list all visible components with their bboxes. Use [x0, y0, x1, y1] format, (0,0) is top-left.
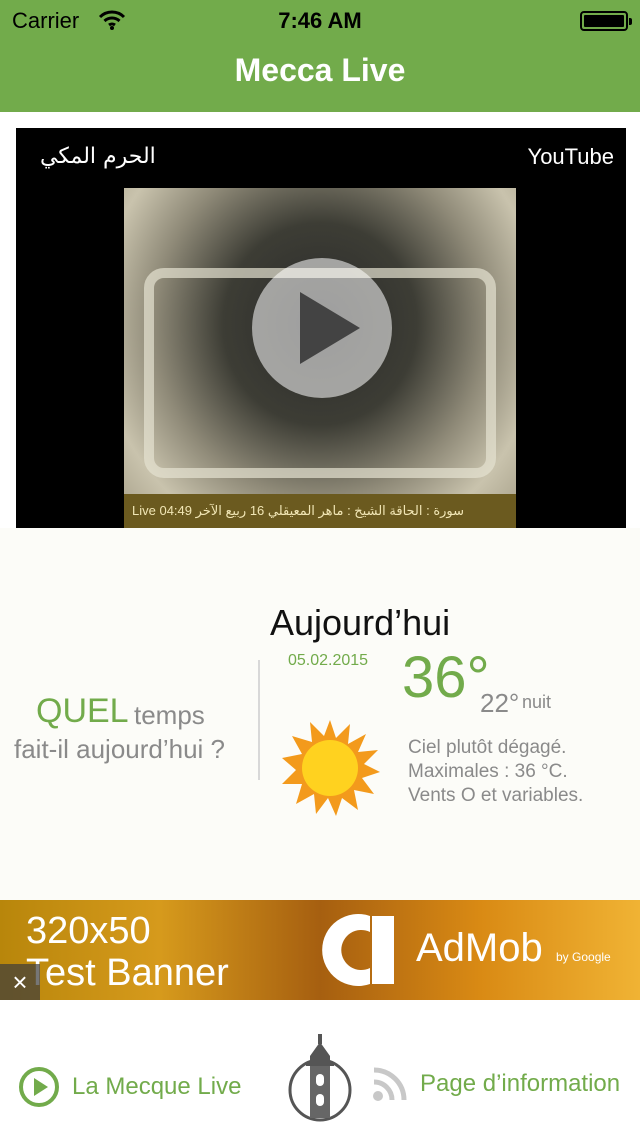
weather-headline-accent: QUEL: [36, 692, 129, 730]
battery-icon: [580, 11, 632, 31]
weather-divider: [258, 660, 260, 780]
video-player[interactable]: Live 04:49 سورة : الحاقة الشيخ : ماهر ال…: [16, 128, 626, 528]
ad-size-line1: 320x50: [26, 910, 151, 952]
weather-night-temperature: 22°: [480, 688, 520, 718]
weather-date: 05.02.2015: [288, 652, 369, 669]
admob-logo-icon: [322, 914, 394, 986]
sun-icon: [282, 720, 380, 816]
video-title[interactable]: الحرم المكي: [40, 144, 156, 169]
weather-night-label: nuit: [522, 692, 552, 712]
weather-temperature: 36°: [402, 645, 490, 710]
ad-size-line2: Test Banner: [26, 952, 229, 994]
weather-description-line: Maximales : 36 °C.: [408, 761, 568, 782]
ad-brand-sub: by Google: [556, 950, 611, 964]
rss-icon: [373, 1067, 407, 1101]
weather-description: Ciel plutôt dégagé. Maximales : 36 °C. V…: [408, 736, 583, 808]
ad-brand: AdMob: [416, 926, 543, 970]
tab-bar: La Mecque Live Page d’information: [0, 1000, 640, 1136]
tab-info-page-label: Page d’information: [420, 1070, 621, 1097]
tab-info-page[interactable]: Page d’information: [372, 1066, 620, 1102]
close-icon[interactable]: ×: [0, 964, 40, 1000]
tab-mecca-live-label: La Mecque Live: [72, 1073, 242, 1100]
ad-banner[interactable]: 320x50 Test Banner AdMob by Google ×: [0, 900, 640, 1000]
weather-headline-rest: temps: [134, 700, 205, 730]
weather-description-line: Vents O et variables.: [408, 785, 584, 806]
page-title: Mecca Live: [234, 52, 406, 88]
minaret-icon[interactable]: [288, 1032, 352, 1122]
play-circle-icon: [19, 1067, 59, 1107]
weather-description-line: Ciel plutôt dégagé.: [408, 737, 567, 758]
tab-mecca-live[interactable]: La Mecque Live: [18, 1066, 241, 1108]
video-ticker: Live 04:49 سورة : الحاقة الشيخ : ماهر ال…: [124, 494, 516, 528]
clock: 7:46 AM: [278, 8, 362, 33]
top-bar: Carrier 7:46 AM Mecca Live: [0, 0, 640, 112]
weather-headline-line2: fait-il aujourd’hui ?: [14, 734, 226, 764]
ad-size-text: 320x50 Test Banner: [26, 910, 229, 994]
weather-panel: QUEL temps fait-il aujourd’hui ? Aujourd…: [0, 528, 640, 900]
youtube-link[interactable]: YouTube: [528, 144, 614, 170]
status-bar: Carrier 7:46 AM: [0, 0, 640, 40]
weather-day-label: Aujourd’hui: [270, 602, 451, 643]
play-icon[interactable]: [252, 258, 392, 398]
